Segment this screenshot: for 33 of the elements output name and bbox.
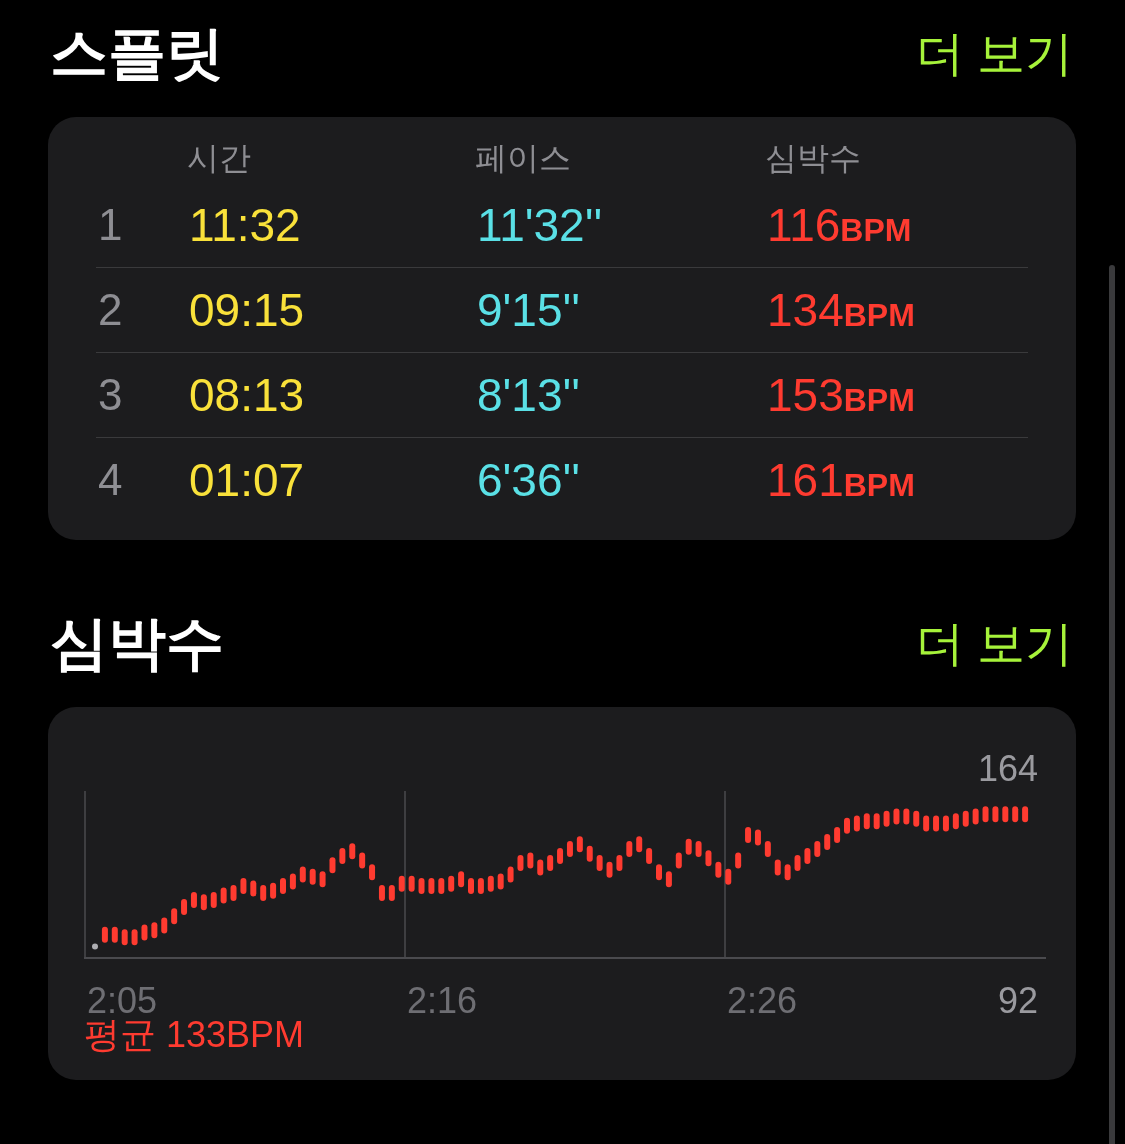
split-number: 2 (97, 285, 124, 335)
split-time: 08:13 (189, 368, 306, 422)
max-value-label: 164 (977, 748, 1038, 789)
heart-rate-unit: BPM (843, 297, 915, 333)
split-time: 11:32 (189, 198, 302, 252)
heart-rate-value: 134 (767, 284, 844, 336)
time-label: 2:26 (727, 980, 798, 1021)
section-title: 심박수 (50, 609, 224, 677)
split-number: 3 (97, 370, 124, 420)
column-header: 시간 (187, 139, 252, 178)
scrollbar[interactable] (1109, 265, 1115, 1144)
min-value-label: 92 (997, 980, 1038, 1021)
split-pace: 9'15'' (477, 283, 582, 337)
section-title: 스플릿 (50, 19, 224, 87)
start-point (92, 943, 98, 950)
more-link[interactable]: 더 보기 (915, 612, 1073, 676)
time-label: 2:16 (407, 980, 478, 1021)
heart-rate-unit: BPM (840, 212, 912, 248)
split-time: 01:07 (189, 453, 306, 507)
split-pace: 6'36'' (477, 453, 582, 507)
more-link[interactable]: 더 보기 (915, 22, 1073, 86)
column-header: 페이스 (475, 139, 572, 178)
column-header: 심박수 (765, 139, 862, 178)
heart-rate-unit: BPM (843, 382, 915, 418)
split-pace: 8'13'' (477, 368, 582, 422)
heart-rate-value: 116 (767, 199, 841, 251)
heart-rate-value: 161 (767, 454, 844, 506)
heart-rate-unit: BPM (843, 467, 915, 503)
split-number: 4 (97, 455, 124, 505)
split-time: 09:15 (189, 283, 306, 337)
heart-rate-value: 153 (767, 369, 844, 421)
split-pace: 11'32'' (477, 198, 604, 252)
split-number: 1 (97, 200, 124, 250)
